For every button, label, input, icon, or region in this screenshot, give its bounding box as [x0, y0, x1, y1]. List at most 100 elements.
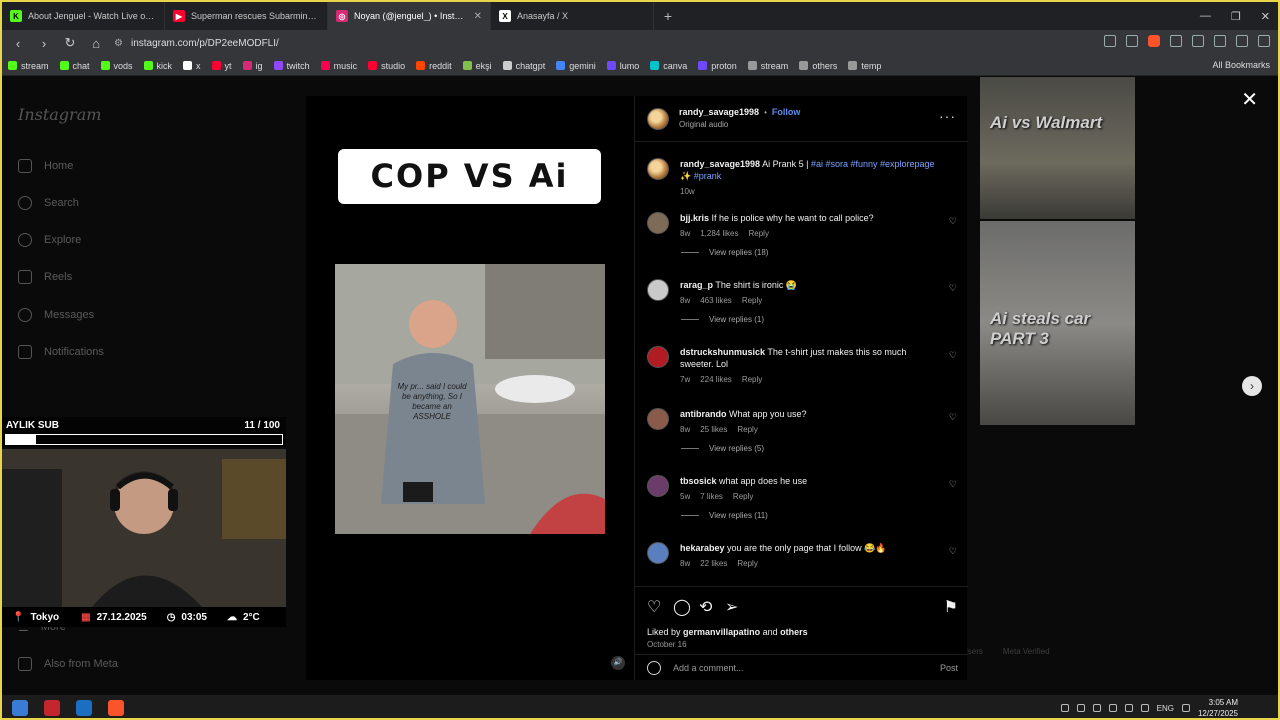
next-post-button[interactable]: ›	[1242, 376, 1262, 396]
url-field[interactable]: ⚙ instagram.com/p/DP2eeMODFLI/	[114, 38, 1014, 49]
volume-icon[interactable]: 🔊	[611, 656, 625, 670]
reply-button[interactable]: Reply	[742, 295, 762, 307]
minimize-icon[interactable]: —	[1200, 10, 1211, 22]
emoji-icon[interactable]	[647, 661, 661, 675]
tab-x[interactable]: X Anasayfa / X	[491, 2, 654, 30]
bookmark-item[interactable]: studio	[368, 61, 405, 71]
reply-button[interactable]: Reply	[742, 374, 762, 386]
comment-likes[interactable]: 224 likes	[700, 374, 732, 386]
view-replies-button[interactable]: View replies (11)	[681, 511, 768, 520]
commenter-avatar[interactable]	[647, 212, 669, 234]
tab-kick[interactable]: K About Jenguel - Watch Live on Kick	[2, 2, 165, 30]
nav-messages[interactable]: Messages	[18, 308, 94, 322]
music-icon[interactable]	[1236, 35, 1248, 47]
menu-icon[interactable]	[1258, 35, 1270, 47]
bookmark-item[interactable]: ig	[242, 61, 263, 71]
wifi-icon[interactable]	[1181, 704, 1190, 712]
post-comment-button[interactable]: Post	[940, 663, 958, 673]
comment-username[interactable]: bjj.kris	[680, 213, 709, 223]
like-comment-icon[interactable]: ♡	[949, 479, 957, 490]
author-username[interactable]: randy_savage1998	[679, 107, 759, 117]
like-comment-icon[interactable]: ♡	[949, 546, 957, 557]
nav-reels[interactable]: Reels	[18, 270, 72, 284]
commenter-avatar[interactable]	[647, 475, 669, 497]
audio-label[interactable]: Original audio	[679, 120, 728, 129]
bookmark-item[interactable]: kick	[143, 61, 172, 71]
steam-icon[interactable]	[76, 700, 92, 716]
add-comment-input[interactable]: Add a comment...	[673, 663, 744, 673]
caption-username[interactable]: randy_savage1998	[680, 159, 760, 169]
bookmark-item[interactable]: music	[320, 61, 357, 71]
bookmark-item[interactable]: twitch	[273, 61, 310, 71]
close-window-icon[interactable]: ✕	[1261, 10, 1270, 23]
author-avatar[interactable]	[647, 158, 669, 180]
site-settings-icon[interactable]: ⚙	[114, 38, 123, 49]
share-icon[interactable]: ➢	[725, 597, 738, 617]
like-icon[interactable]: ♡	[647, 597, 661, 617]
volume-icon[interactable]	[1140, 704, 1149, 712]
nav-home[interactable]: Home	[18, 159, 73, 173]
footer-link[interactable]: Meta Verified	[1003, 647, 1050, 656]
comment-username[interactable]: rarag_p	[680, 280, 713, 290]
bookmark-item[interactable]: yt	[211, 61, 232, 71]
start-icon[interactable]	[12, 700, 28, 716]
comment-likes[interactable]: 1,284 likes	[700, 228, 738, 240]
wallet-icon[interactable]	[1170, 35, 1182, 47]
bookmark-item[interactable]: proton	[698, 61, 737, 71]
comment-icon[interactable]: ◯	[673, 597, 691, 617]
language-indicator[interactable]: ENG	[1157, 704, 1174, 713]
bookmark-item[interactable]: x	[183, 61, 201, 71]
forward-icon[interactable]: ›	[36, 36, 52, 51]
tray-app-icon[interactable]	[1076, 704, 1085, 712]
comment-username[interactable]: antibrando	[680, 409, 727, 419]
all-bookmarks-button[interactable]: All Bookmarks	[1212, 60, 1270, 70]
author-avatar[interactable]	[647, 108, 669, 130]
sidebar-icon[interactable]	[1214, 35, 1226, 47]
commenter-avatar[interactable]	[647, 346, 669, 368]
bookmark-item[interactable]: chatgpt	[502, 61, 545, 71]
extensions-icon[interactable]	[1192, 35, 1204, 47]
reload-icon[interactable]: ↻	[62, 35, 78, 51]
bookmark-item[interactable]: ekşi	[462, 61, 492, 71]
tab-youtube[interactable]: ▶ Superman rescues Subarmine #short	[165, 2, 328, 30]
bookmark-item[interactable]: reddit	[416, 61, 452, 71]
bookmark-item[interactable]: canva	[650, 61, 687, 71]
reply-button[interactable]: Reply	[748, 228, 768, 240]
liked-by-user[interactable]: germanvillapatino	[683, 627, 760, 637]
comment-username[interactable]: tbsosick	[680, 476, 717, 486]
tray-app-icon[interactable]	[1108, 704, 1117, 712]
bookmark-item[interactable]: chat	[59, 61, 90, 71]
comment-likes[interactable]: 463 likes	[700, 295, 732, 307]
nav-explore[interactable]: Explore	[18, 233, 81, 247]
bookmark-item[interactable]: lumo	[606, 61, 639, 71]
bookmark-item[interactable]: vods	[100, 61, 133, 71]
commenter-avatar[interactable]	[647, 279, 669, 301]
brave-icon[interactable]	[108, 700, 124, 716]
reply-button[interactable]: Reply	[737, 424, 757, 436]
grid-thumbnail[interactable]: Ai vs Walmart	[980, 77, 1135, 219]
bookmark-item[interactable]: gemini	[556, 61, 596, 71]
new-tab-button[interactable]: +	[654, 8, 682, 24]
commenter-avatar[interactable]	[647, 542, 669, 564]
reply-button[interactable]: Reply	[737, 558, 757, 570]
repost-icon[interactable]: ⟲	[699, 597, 712, 617]
home-icon[interactable]: ⌂	[88, 36, 104, 51]
share-icon[interactable]	[1126, 35, 1138, 47]
bookmark-item[interactable]: others	[799, 61, 837, 71]
network-icon[interactable]	[1124, 704, 1133, 712]
restore-icon[interactable]: ❐	[1231, 10, 1241, 23]
like-comment-icon[interactable]: ♡	[949, 216, 957, 227]
bookmark-item[interactable]: stream	[747, 61, 788, 71]
view-replies-button[interactable]: View replies (5)	[681, 444, 764, 453]
bookmark-icon[interactable]: ⚑	[944, 597, 958, 617]
comment-likes[interactable]: 22 likes	[700, 558, 727, 570]
tray-app-icon[interactable]	[1092, 704, 1101, 712]
like-comment-icon[interactable]: ♡	[949, 412, 957, 423]
comment-likes[interactable]: 7 likes	[700, 491, 723, 503]
bookmark-item[interactable]: stream	[8, 61, 49, 71]
tray-chevron-icon[interactable]	[1060, 704, 1069, 712]
like-comment-icon[interactable]: ♡	[949, 350, 957, 361]
comment-username[interactable]: dstruckshunmusick	[680, 347, 765, 357]
view-replies-button[interactable]: View replies (18)	[681, 248, 768, 257]
brave-shields-icon[interactable]	[1148, 35, 1160, 47]
